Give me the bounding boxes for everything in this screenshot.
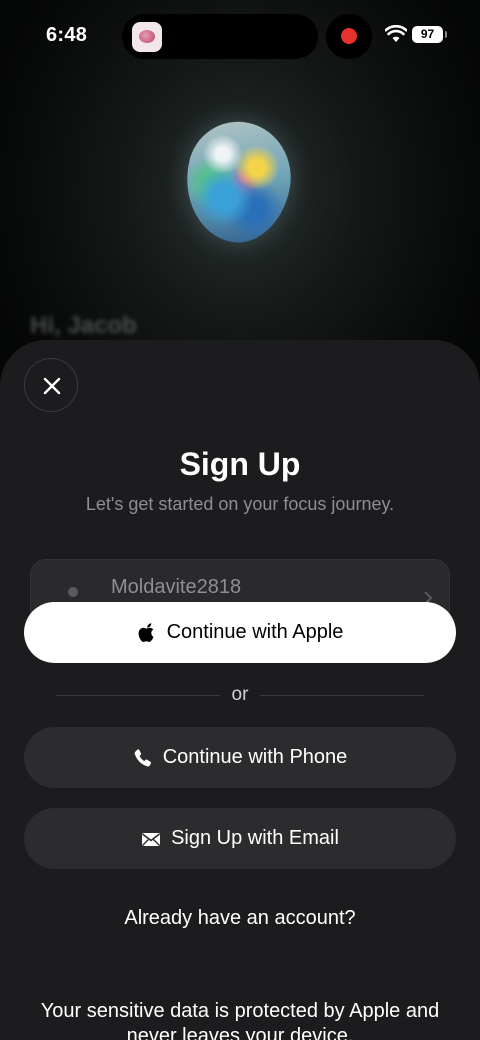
continue-with-apple-button[interactable]: Continue with Apple — [24, 602, 456, 663]
wifi-icon — [385, 25, 407, 42]
divider-text: or — [231, 684, 249, 705]
username-value: Moldavite2818 — [111, 576, 242, 598]
sign-up-with-email-button[interactable]: Sign Up with Email — [24, 808, 456, 869]
divider-line-right — [260, 694, 424, 696]
screen: 6:48 97 Hi, Jacob Sign Up Let's get star… — [0, 0, 480, 1040]
status-time: 6:48 — [46, 24, 88, 46]
sign-up-sheet: Sign Up Let's get started on your focus … — [0, 340, 480, 1040]
battery-icon: 97 — [412, 26, 447, 43]
screen-recording-indicator[interactable] — [326, 14, 372, 59]
envelope-icon — [142, 832, 161, 846]
sheet-title: Sign Up — [179, 446, 301, 482]
record-icon — [341, 28, 357, 44]
or-divider: or — [56, 684, 424, 706]
sign-up-with-email-label: Sign Up with Email — [171, 827, 339, 849]
app-icon[interactable] — [132, 22, 162, 52]
greeting-text: Hi, Jacob — [30, 312, 137, 339]
divider-line-left — [56, 694, 220, 696]
close-icon — [43, 377, 61, 395]
privacy-note: Your sensitive data is protected by Appl… — [40, 1000, 440, 1040]
close-button[interactable] — [24, 358, 78, 412]
dynamic-island[interactable] — [122, 14, 318, 59]
phone-icon — [134, 748, 151, 766]
sheet-subtitle: Let's get started on your focus journey. — [85, 494, 395, 514]
apple-logo-icon — [138, 622, 154, 642]
gem-image — [174, 112, 302, 252]
continue-with-apple-label: Continue with Apple — [166, 621, 344, 643]
continue-with-phone-button[interactable]: Continue with Phone — [24, 727, 456, 788]
status-bar: 6:48 97 — [0, 0, 480, 72]
already-have-account-link[interactable]: Already have an account? — [0, 907, 480, 930]
continue-with-phone-label: Continue with Phone — [162, 746, 348, 768]
